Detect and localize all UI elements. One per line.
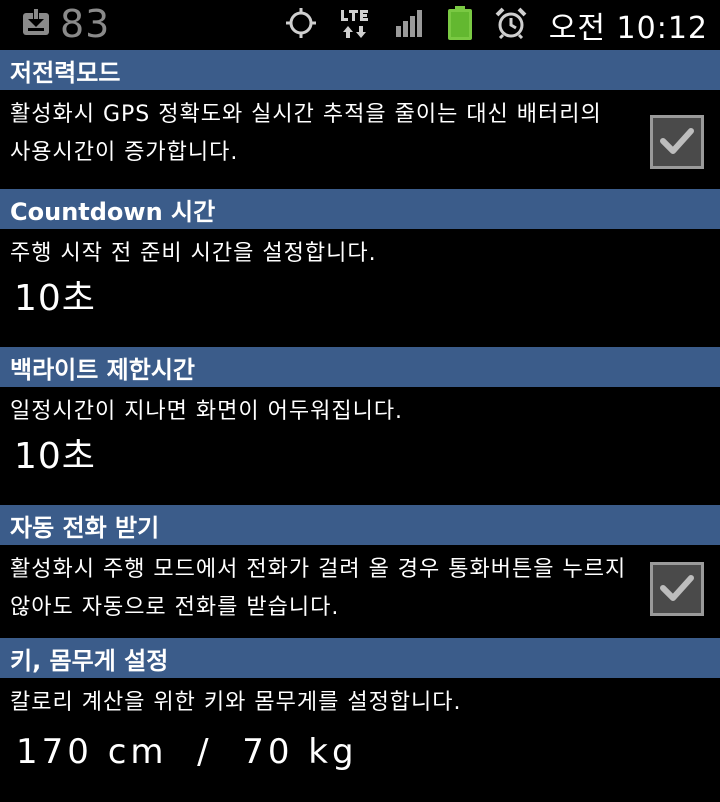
power-save-checkbox[interactable]: [650, 115, 704, 169]
status-bar-left: 83: [22, 2, 110, 46]
backlight-description: 일정시간이 지나면 화면이 어두워집니다.: [10, 399, 404, 424]
battery-icon: [447, 5, 473, 45]
countdown-item[interactable]: 주행 시작 전 준비 시간을 설정합니다. 10초: [0, 229, 720, 347]
check-icon: [657, 567, 697, 611]
gps-icon: [285, 7, 317, 43]
power-save-header: 저전력모드: [0, 50, 720, 90]
backlight-value: 10초: [14, 436, 96, 477]
status-bar-right: 오전 10:12: [285, 0, 708, 50]
check-icon: [657, 120, 697, 164]
countdown-value: 10초: [14, 278, 96, 319]
backlight-item[interactable]: 일정시간이 지나면 화면이 어두워집니다. 10초: [0, 387, 720, 505]
power-save-item[interactable]: 활성화시 GPS 정확도와 실시간 추적을 줄이는 대신 배터리의 사용시간이 …: [0, 90, 720, 189]
auto-answer-header: 자동 전화 받기: [0, 505, 720, 545]
body-info-item[interactable]: 칼로리 계산을 위한 키와 몸무게를 설정합니다. 170 cm / 70 kg: [0, 678, 720, 798]
auto-answer-item[interactable]: 활성화시 주행 모드에서 전화가 걸려 올 경우 통화버튼을 누르지 않아도 자…: [0, 545, 720, 638]
backlight-header: 백라이트 제한시간: [0, 347, 720, 387]
auto-answer-checkbox[interactable]: [650, 562, 704, 616]
countdown-description: 주행 시작 전 준비 시간을 설정합니다.: [10, 241, 377, 266]
countdown-header: Countdown 시간: [0, 189, 720, 229]
body-info-header: 키, 몸무게 설정: [0, 638, 720, 678]
lte-icon: [339, 6, 373, 44]
power-save-description: 활성화시 GPS 정확도와 실시간 추적을 줄이는 대신 배터리의 사용시간이 …: [10, 102, 602, 165]
signal-icon: [395, 8, 425, 42]
auto-answer-description: 활성화시 주행 모드에서 전화가 걸려 올 경우 통화버튼을 누르지 않아도 자…: [10, 557, 627, 620]
body-info-value: 170 cm / 70 kg: [16, 732, 358, 772]
download-icon: [22, 7, 50, 41]
status-bar: 83 오전 10:12: [0, 0, 720, 50]
clock: 오전 10:12: [548, 11, 708, 46]
battery-percent-text: 83: [60, 2, 111, 46]
body-info-description: 칼로리 계산을 위한 키와 몸무게를 설정합니다.: [10, 690, 462, 715]
alarm-icon: [495, 7, 527, 43]
